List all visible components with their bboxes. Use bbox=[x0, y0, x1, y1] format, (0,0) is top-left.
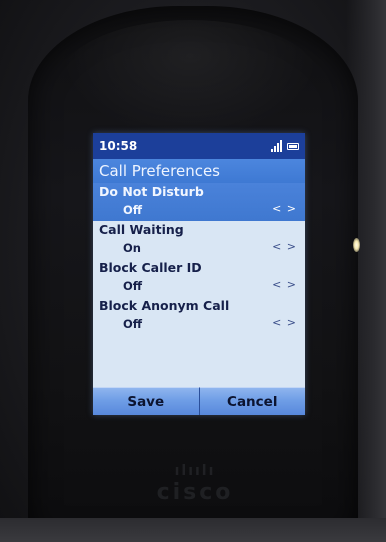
cisco-logo: ılıılı cisco bbox=[140, 464, 250, 505]
save-button[interactable]: Save bbox=[93, 387, 199, 415]
signal-strength-icon bbox=[271, 140, 282, 152]
status-bar: 10:58 bbox=[93, 133, 305, 159]
pref-value: Off bbox=[123, 317, 143, 331]
brand-wordmark: cisco bbox=[156, 480, 234, 505]
cisco-bars-graphic: ılıılı bbox=[174, 463, 216, 479]
pref-label: Do Not Disturb bbox=[99, 184, 204, 199]
status-icons bbox=[271, 140, 299, 152]
phone-screen: 10:58 Call Preferences Do Not Disturb Of… bbox=[93, 133, 305, 415]
pref-label: Call Waiting bbox=[99, 222, 184, 237]
pref-item-do-not-disturb[interactable]: Do Not Disturb Off < > bbox=[93, 183, 305, 221]
handset-reflection bbox=[60, 20, 320, 140]
pref-value: On bbox=[123, 241, 141, 255]
left-right-arrows-icon: < > bbox=[272, 316, 297, 329]
softkey-bar: Save Cancel bbox=[93, 387, 305, 415]
preferences-list: Do Not Disturb Off < > Call Waiting On <… bbox=[93, 183, 305, 335]
pref-label: Block Caller ID bbox=[99, 260, 202, 275]
left-right-arrows-icon: < > bbox=[272, 278, 297, 291]
pref-item-block-anonym-call[interactable]: Block Anonym Call Off < > bbox=[93, 297, 305, 335]
pref-value: Off bbox=[123, 203, 143, 217]
battery-icon bbox=[287, 142, 299, 150]
pref-value: Off bbox=[123, 279, 143, 293]
cancel-button[interactable]: Cancel bbox=[198, 387, 305, 415]
led-indicator bbox=[353, 238, 360, 252]
pref-item-block-caller-id[interactable]: Block Caller ID Off < > bbox=[93, 259, 305, 297]
pref-item-call-waiting[interactable]: Call Waiting On < > bbox=[93, 221, 305, 259]
screen-title: Call Preferences bbox=[93, 159, 305, 183]
pref-label: Block Anonym Call bbox=[99, 298, 230, 313]
table-surface bbox=[0, 518, 386, 542]
left-right-arrows-icon: < > bbox=[272, 202, 297, 215]
left-right-arrows-icon: < > bbox=[272, 240, 297, 253]
clock: 10:58 bbox=[99, 139, 138, 153]
